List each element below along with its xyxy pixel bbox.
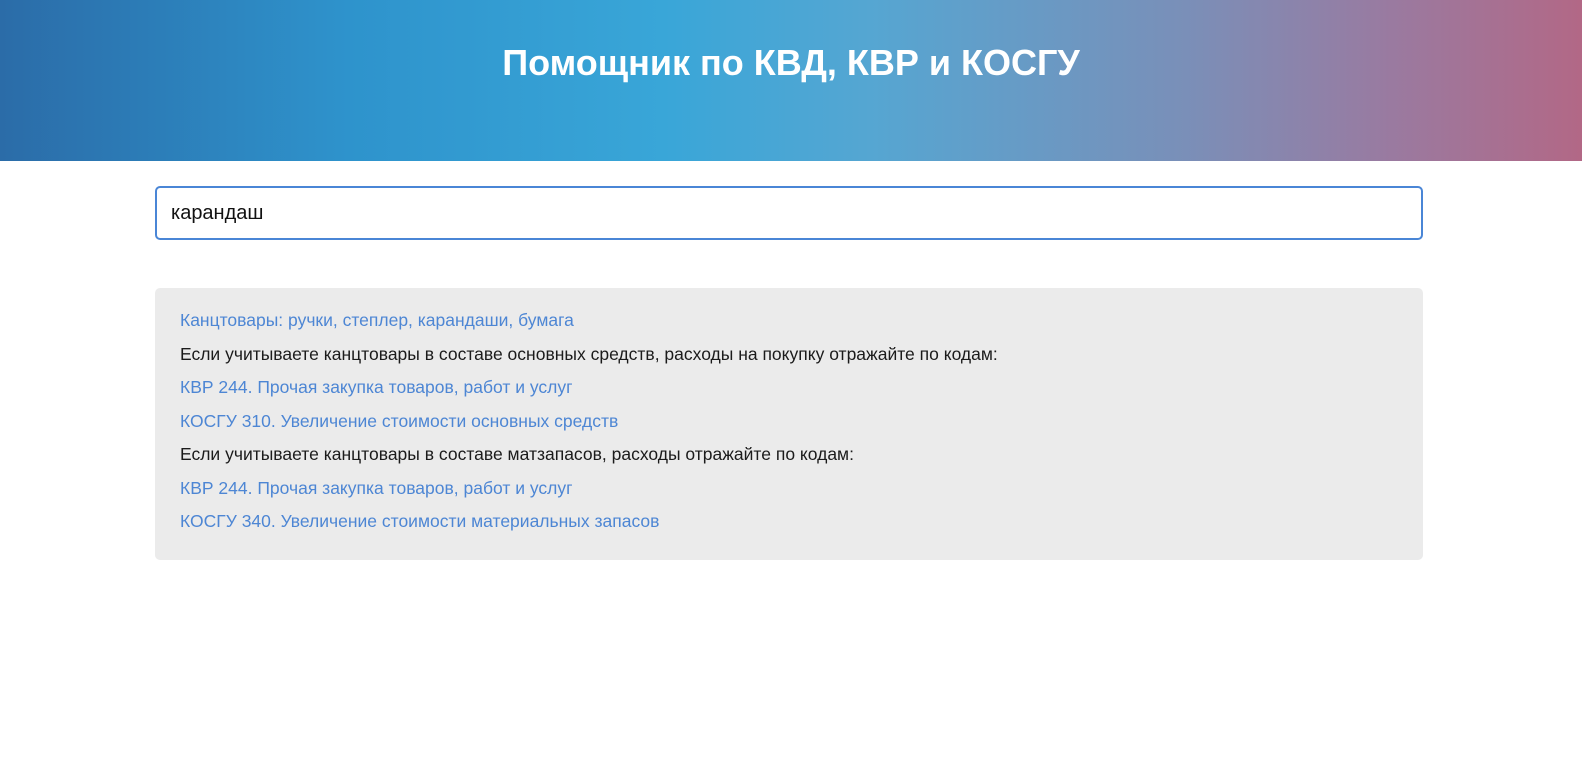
search-input[interactable] — [155, 186, 1423, 240]
result-link-kosgu-310[interactable]: КОСГУ 310. Увеличение стоимости основных… — [180, 411, 1398, 431]
results-panel: Канцтовары: ручки, степлер, карандаши, б… — [155, 288, 1423, 560]
result-link-kosgu-340[interactable]: КОСГУ 340. Увеличение стоимости материал… — [180, 511, 1398, 531]
result-note-matzapasy: Если учитываете канцтовары в составе мат… — [180, 444, 854, 464]
result-link-kvr-244-second[interactable]: КВР 244. Прочая закупка товаров, работ и… — [180, 478, 1398, 498]
result-link-kvr-244[interactable]: КВР 244. Прочая закупка товаров, работ и… — [180, 377, 1398, 397]
page-header: Помощник по КВД, КВР и КОСГУ — [0, 0, 1582, 161]
result-link-kanctovary[interactable]: Канцтовары: ручки, степлер, карандаши, б… — [180, 310, 1398, 330]
search-container — [155, 186, 1423, 240]
page-title: Помощник по КВД, КВР и КОСГУ — [502, 42, 1080, 83]
result-note-osnovnye-sredstva: Если учитываете канцтовары в составе осн… — [180, 343, 998, 364]
